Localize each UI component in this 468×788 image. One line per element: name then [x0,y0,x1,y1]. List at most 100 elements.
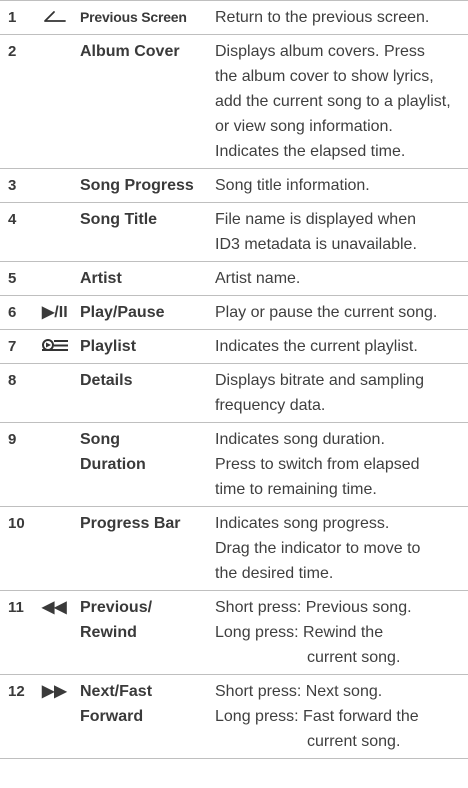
row-number: 11 [8,599,24,616]
control-name-line: Song [80,431,120,448]
control-name-line: Duration [80,456,146,473]
row-icon-cell [42,330,80,364]
playlist-glyph [42,338,68,351]
description-line: Long press: Fast forward the [215,708,419,725]
control-description: Indicates the current playlist. [215,330,468,364]
table-row: 9 Song Duration Indicates song duration. Pre… [0,423,468,507]
control-description: Short press: Next song. Long press: Fast … [215,675,468,759]
description-line: Play or pause the current song. [215,304,438,321]
row-number: 1 [8,9,17,26]
table-row: 11 ◀◀ Previous/Rewind Short press: Previous… [0,591,468,675]
description-line: Drag the indicator to move to [215,540,421,557]
rewind-icon: ◀◀ [42,599,67,616]
controls-table: 1 Previous Screen Return to the previous s… [0,0,468,759]
description-line: the desired time. [215,565,334,582]
control-description: Short press: Previous song. Long press: R… [215,591,468,675]
control-name: Song Progress [80,169,215,203]
description-line: frequency data. [215,397,326,414]
control-name: Song Title [80,203,215,262]
control-name: Artist [80,262,215,296]
row-number: 12 [8,683,25,700]
description-line: the album cover to show lyrics, [215,68,434,85]
back-arrow-icon [42,9,68,26]
fast-forward-icon: ▶▶ [42,683,67,700]
control-name: Previous Screen [80,1,215,35]
description-line: ID3 metadata is unavailable. [215,236,417,253]
table-row: 10 Progress Bar Indicates song progress. Dr… [0,507,468,591]
description-line: Long press: Rewind the [215,624,384,641]
control-name: Playlist [80,330,215,364]
description-line: Displays bitrate and sampling [215,372,424,389]
table-row: 2 Album Cover Displays album covers. Press… [0,35,468,169]
row-icon-cell [42,507,80,591]
row-icon-cell: ▶/II [42,296,80,330]
control-name-line: Forward [80,708,144,725]
row-icon-cell [42,1,80,35]
table-row: 5 Artist Artist name. [0,262,468,296]
row-number: 10 [8,515,25,532]
table-row: 12 ▶▶ Next/Fast Forward Short press: Next so… [0,675,468,759]
control-name-line: Playlist [80,338,137,355]
play-pause-icon-glyph: ▶/II [42,304,68,321]
control-name: Progress Bar [80,507,215,591]
table-row: 7 Playlist Indicates the current playlist. [0,330,468,364]
fast-forward-icon-glyph: ▶▶ [42,683,67,700]
control-name-line: Artist [80,270,122,287]
table-row: 8 Details Displays bitrate and sampling fre… [0,364,468,423]
back-arrow-glyph [44,10,66,22]
description-line: Indicates the current playlist. [215,338,418,355]
description-line: Artist name. [215,270,301,287]
description-line: Displays album covers. Press [215,43,425,60]
row-number: 6 [8,304,17,321]
row-icon-cell [42,262,80,296]
control-description: File name is displayed when ID3 metadata … [215,203,468,262]
description-line: Short press: Next song. [215,683,383,700]
table-row: 3 Song Progress Song title information. [0,169,468,203]
description-line: add the current song to a playlist, [215,93,451,110]
description-line: current song. [307,733,401,750]
table-row: 6 ▶/II Play/Pause Play or pause the current… [0,296,468,330]
control-description: Return to the previous screen. [215,1,468,35]
control-name-line: Song Title [80,211,158,228]
control-description: Indicates song progress. Drag the indicat… [215,507,468,591]
row-number: 5 [8,270,17,287]
row-number: 4 [8,211,17,228]
control-description: Artist name. [215,262,468,296]
description-line: Indicates song duration. [215,431,385,448]
control-description: Play or pause the current song. [215,296,468,330]
control-name-line: Play/Pause [80,304,165,321]
control-description: Displays album covers. Press the album co… [215,35,468,169]
control-name: Album Cover [80,35,215,169]
description-line: or view song information. [215,118,393,135]
description-line: Indicates song progress. [215,515,390,532]
control-name: Next/Fast Forward [80,675,215,759]
row-number: 8 [8,372,17,389]
play-pause-icon: ▶/II [42,304,68,321]
description-line: Song title information. [215,177,370,194]
control-name: Previous/Rewind [80,591,215,675]
control-name-line: Previous/ [80,599,153,616]
row-icon-cell [42,423,80,507]
rewind-icon-glyph: ◀◀ [42,599,67,616]
controls-reference-table: 1 Previous Screen Return to the previous s… [0,0,468,759]
control-name-line: Song Progress [80,177,194,194]
row-icon-cell [42,35,80,169]
table-row: 1 Previous Screen Return to the previous s… [0,0,468,35]
control-description: Song title information. [215,169,468,203]
description-line: Press to switch from elapsed [215,456,420,473]
description-line: current song. [307,649,401,666]
control-name-line: Rewind [80,624,137,641]
control-description: Indicates song duration. Press to switch … [215,423,468,507]
playlist-icon [42,338,70,355]
row-icon-cell: ◀◀ [42,591,80,675]
description-line: time to remaining time. [215,481,377,498]
control-name: Song Duration [80,423,215,507]
table-row: 4 Song Title File name is displayed when ID… [0,203,468,262]
description-line: File name is displayed when [215,211,416,228]
control-name-line: Next/Fast [80,683,153,700]
control-name: Play/Pause [80,296,215,330]
row-number: 2 [8,43,17,60]
control-name-line: Album Cover [80,43,180,60]
description-line: Return to the previous screen. [215,9,430,26]
row-number: 9 [8,431,17,448]
